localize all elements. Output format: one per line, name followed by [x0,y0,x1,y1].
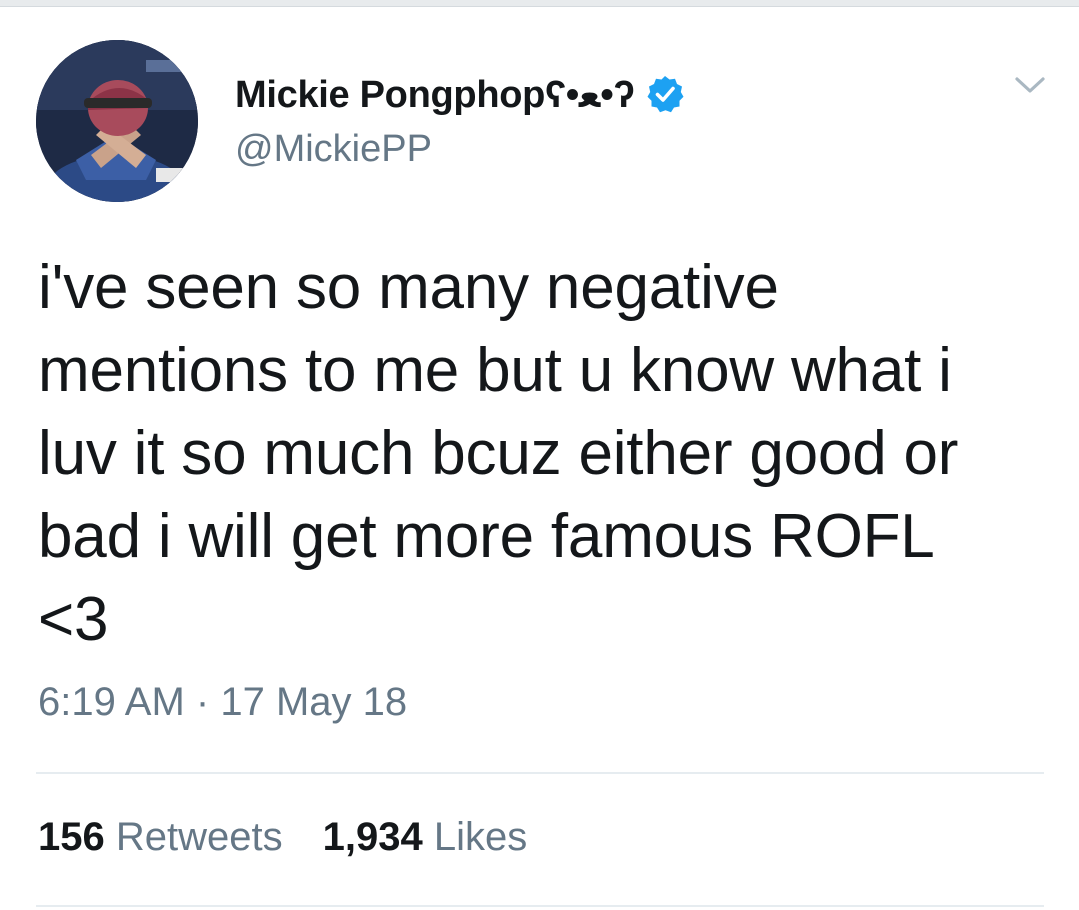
timestamp-separator: · [195,680,210,724]
display-name[interactable]: Mickie Pongphopʕ•ﻌ•ʔ [235,72,635,117]
tweet-date: 17 May 18 [220,680,408,724]
retweets-count: 156 [38,815,105,859]
likes-stat[interactable]: 1,934 Likes [323,815,528,860]
avatar[interactable] [36,40,198,202]
retweets-stat[interactable]: 156 Retweets [38,815,283,860]
tweet-stats: 156 Retweets 1,934 Likes [38,815,527,860]
verified-badge-icon [647,76,683,113]
chevron-down-icon[interactable] [1012,70,1048,100]
tweet-text-line: bad i will get more famous ROFL [38,502,935,571]
tweet-text: i've seen so many negative mentions to m… [38,246,1048,661]
tweet-time: 6:19 AM [38,680,185,724]
user-handle[interactable]: @MickiePP [235,128,432,171]
tweet-text-line: luv it so much bcuz either good or [38,419,959,488]
tweet-text-line: <3 [38,585,109,654]
tweet-text-line: i've seen so many negative [38,253,779,322]
tweet-text-line: mentions to me but u know what i [38,336,952,405]
divider [36,772,1044,774]
avatar-image [36,40,198,202]
divider [36,905,1044,907]
likes-count: 1,934 [322,815,423,859]
top-divider [0,0,1079,7]
retweets-label: Retweets [115,815,283,859]
likes-label: Likes [433,815,528,859]
author-name-row[interactable]: Mickie Pongphopʕ•ﻌ•ʔ [235,68,685,120]
tweet-timestamp[interactable]: 6:19 AM · 17 May 18 [38,680,407,725]
